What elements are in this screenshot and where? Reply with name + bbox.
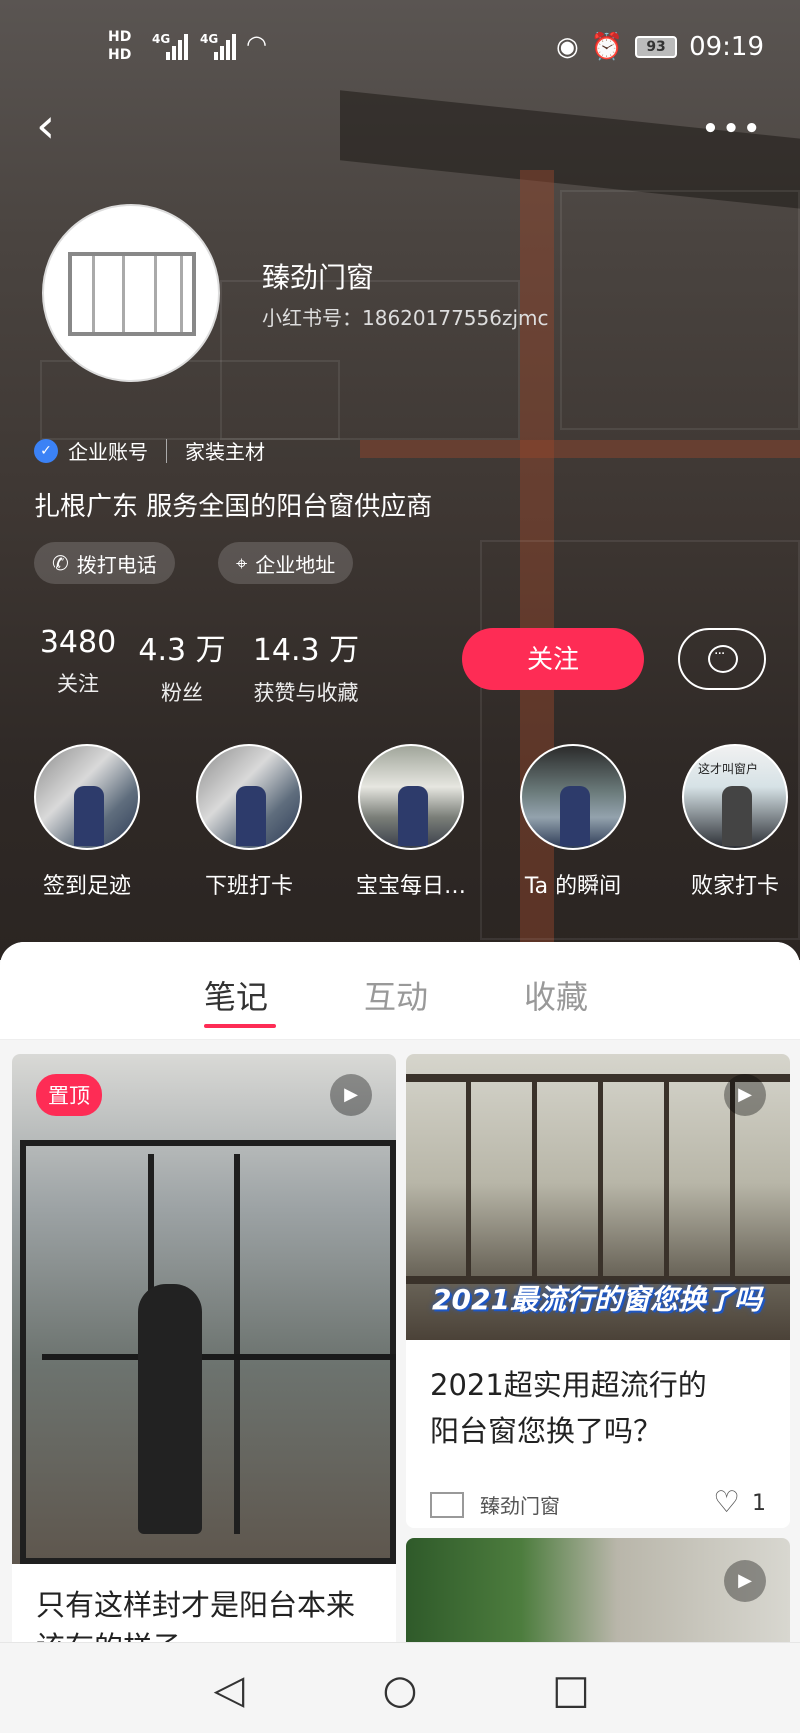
tab-interactions[interactable]: 互动 (364, 972, 428, 1018)
note-author[interactable]: 臻劲门窗 (430, 1490, 560, 1519)
highlight-thumbnail (34, 744, 140, 850)
note-card[interactable]: ▶ (406, 1538, 790, 1642)
stat-label: 获赞与收藏 (253, 681, 359, 705)
active-tab-indicator (204, 1024, 276, 1028)
status-right: ◉ ⏰ 93 09:19 (556, 32, 764, 62)
building-window (560, 190, 800, 430)
profile-name: 臻劲门窗 (262, 261, 375, 294)
highlight-label: 下班打卡 (204, 874, 293, 899)
highlight-label: 宝宝每日… (356, 874, 467, 899)
note-card[interactable]: 置顶 ▶ 只有这样封才是阳台本来该有的样子 (12, 1054, 396, 1642)
account-type[interactable]: 企业账号 (68, 436, 148, 465)
heart-icon: ♡ (713, 1485, 740, 1520)
highlight-thumbnail (358, 744, 464, 850)
divider (166, 438, 167, 463)
battery-icon: 93 (635, 36, 678, 58)
phone-icon: ✆ (52, 551, 69, 575)
hd-indicators: HD HD (108, 28, 131, 64)
home-circle-icon[interactable]: ○ (375, 1665, 425, 1715)
note-title-line1: 2021超实用超流行的 (430, 1368, 707, 1402)
tab-collections[interactable]: 收藏 (524, 972, 588, 1018)
stat-number: 3480 (39, 625, 117, 660)
recents-square-icon[interactable]: □ (546, 1665, 596, 1715)
highlight-item[interactable]: 签到足迹 (32, 744, 142, 900)
highlight-label: 签到足迹 (42, 874, 131, 899)
profile-tabs: 笔记 互动 收藏 (0, 942, 800, 1040)
stat-following[interactable]: 3480 关注 (38, 625, 118, 698)
category-tag: 家装主材 (185, 440, 265, 464)
note-card[interactable]: 2021最流行的窗您换了吗 ▶ 2021超实用超流行的 阳台窗您换了吗？ 臻劲门… (406, 1054, 790, 1528)
profile-bio: 扎根广东 服务全国的阳台窗供应商 (34, 492, 433, 522)
follow-button[interactable]: 关注 (462, 628, 644, 690)
play-icon: ▶ (724, 1074, 766, 1116)
back-triangle-icon[interactable]: ◁ (204, 1665, 254, 1715)
avatar[interactable] (42, 204, 220, 382)
highlight-thumbnail: 这才叫窗户 (682, 744, 788, 850)
author-name: 臻劲门窗 (480, 1494, 560, 1518)
chat-bubble-icon (708, 641, 738, 673)
person-figure (138, 1284, 202, 1534)
author-avatar-icon (430, 1491, 464, 1518)
window-frame-logo (68, 252, 196, 336)
eye-icon: ◉ (556, 32, 579, 62)
highlight-thumbnail (196, 744, 302, 850)
note-title-line2: 阳台窗您换了吗？ (430, 1414, 663, 1448)
building-floor-beam (360, 440, 800, 458)
top-navigation: ‹ ••• (0, 100, 800, 160)
stat-label: 粉丝 (161, 681, 203, 705)
location-pin-icon: ⌖ (236, 551, 248, 575)
like-count: 1 (752, 1490, 766, 1516)
stat-likes[interactable]: 14.3 万 获赞与收藏 (244, 625, 368, 707)
alarm-icon: ⏰ (590, 32, 624, 62)
highlight-thumbnail (520, 744, 626, 850)
address-label: 企业地址 (255, 552, 336, 577)
stat-number: 14.3 万 (252, 633, 360, 668)
wifi-icon: ◠ (246, 30, 267, 58)
clock-time: 09:19 (689, 32, 764, 62)
signal-1-icon (166, 32, 194, 60)
highlight-item[interactable]: 这才叫窗户 败家打卡 (680, 744, 790, 900)
back-arrow-icon[interactable]: ‹ (36, 102, 80, 152)
building-window (40, 360, 340, 440)
stat-number: 4.3 万 (138, 633, 226, 668)
note-cover-image (12, 1054, 396, 1564)
like-button[interactable]: ♡ 1 (713, 1488, 766, 1518)
highlight-label: Ta 的瞬间 (524, 874, 622, 899)
profile-id[interactable]: 小红书号：18620177556zjmc (262, 302, 549, 331)
play-icon: ▶ (330, 1074, 372, 1116)
hd2-icon: HD (108, 47, 132, 63)
address-button[interactable]: ⌖ 企业地址 (218, 542, 354, 584)
system-navigation-bar: ◁ ○ □ (0, 1642, 800, 1733)
message-button[interactable] (678, 628, 766, 690)
tab-notes[interactable]: 笔记 (204, 972, 268, 1018)
signal-2-icon (214, 32, 242, 60)
note-title: 只有这样封才是阳台本来该有的样子 (36, 1588, 356, 1642)
hd1-icon: HD (108, 29, 132, 45)
status-bar: HD HD 4G 4G ◠ ◉ ⏰ 93 09:19 (0, 0, 800, 100)
pinned-badge: 置顶 (36, 1074, 102, 1116)
highlight-label: 败家打卡 (690, 874, 779, 899)
profile-badges: ✓ 企业账号 家装主材 (34, 436, 265, 465)
highlight-item[interactable]: 宝宝每日… (356, 744, 466, 900)
stat-followers[interactable]: 4.3 万 粉丝 (136, 625, 228, 707)
play-icon: ▶ (724, 1560, 766, 1602)
highlight-item[interactable]: Ta 的瞬间 (518, 744, 628, 900)
highlight-item[interactable]: 下班打卡 (194, 744, 304, 900)
notes-panel: 笔记 互动 收藏 置顶 ▶ 只有这样封才是阳台本来该有的样子 2021最流行的窗… (0, 942, 800, 1642)
call-button[interactable]: ✆ 拨打电话 (34, 542, 175, 584)
cover-caption: 2021最流行的窗您换了吗 (432, 1283, 762, 1316)
more-options-icon[interactable]: ••• (702, 114, 764, 144)
highlight-overlay-text: 这才叫窗户 (698, 762, 759, 776)
call-label: 拨打电话 (76, 552, 157, 577)
stat-label: 关注 (57, 672, 99, 696)
verified-check-icon: ✓ (34, 438, 58, 463)
